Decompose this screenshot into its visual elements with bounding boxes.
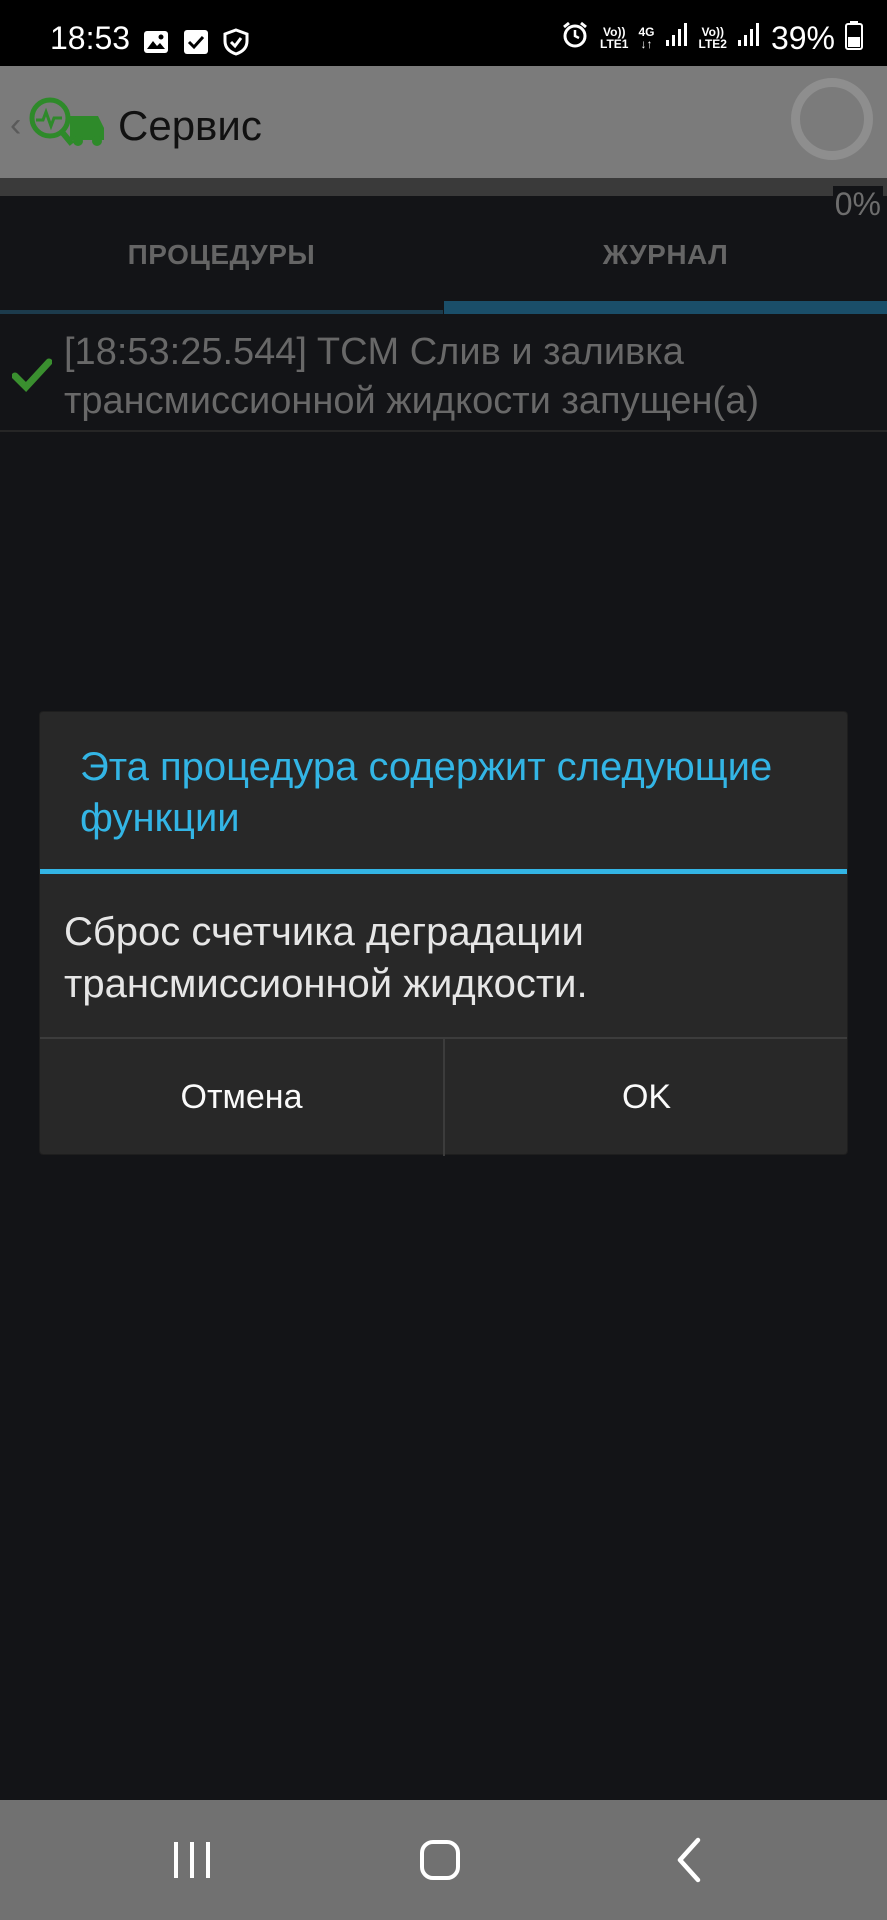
recents-icon[interactable] (162, 1830, 222, 1890)
sim2-indicator: Vo)) LTE2 (699, 26, 727, 50)
log-entry-text: [18:53:25.544] TCM Слив и заливка трансм… (64, 331, 759, 422)
sim1-indicator: Vo)) LTE1 (600, 26, 628, 50)
network-type-label: 4G (638, 24, 655, 39)
dialog-message: Сброс счетчика деградации трансмиссионно… (64, 910, 588, 1006)
app-bar: ‹ Сервис (0, 66, 887, 178)
image-icon (142, 28, 170, 56)
signal-icon (665, 22, 689, 53)
battery-icon (845, 20, 863, 55)
cancel-button[interactable]: Отмена (40, 1039, 443, 1156)
app-logo-icon[interactable] (26, 94, 108, 152)
sim2-lte-label: LTE2 (698, 36, 727, 51)
progress-bar (0, 178, 887, 196)
navigation-bar (0, 1800, 887, 1920)
checkbox-icon (182, 28, 210, 56)
tab-bar: ПРОЦЕДУРЫ ЖУРНАЛ (0, 196, 887, 314)
signal-icon (737, 22, 761, 53)
up-navigation-icon[interactable]: ‹ (10, 106, 21, 145)
sim1-lte-label: LTE1 (600, 36, 629, 51)
sim2-volte-label: Vo)) (701, 24, 724, 39)
tab-divider (0, 310, 443, 314)
app-title: Сервис (118, 102, 262, 149)
confirmation-dialog: Эта процедура содержит следующие функции… (40, 712, 847, 1156)
battery-percent: 39% (770, 19, 835, 56)
dialog-title-divider (40, 869, 847, 874)
shield-icon (222, 28, 250, 56)
tab-procedures[interactable]: ПРОЦЕДУРЫ (0, 196, 443, 314)
dialog-button-bar: Отмена OK (40, 1037, 847, 1156)
alarm-icon (560, 20, 590, 55)
dialog-title: Эта процедура содержит следующие функции (80, 745, 773, 840)
sim1-volte-label: Vo)) (603, 24, 626, 39)
tab-journal[interactable]: ЖУРНАЛ (444, 196, 887, 314)
network-type-indicator: 4G ↓↑ (638, 26, 654, 50)
list-item[interactable]: [18:53:25.544] TCM Слив и заливка трансм… (0, 318, 887, 432)
status-bar: 18:53 Vo)) LTE1 4G ↓↑ Vo)) LTE2 39% (0, 0, 887, 66)
ok-button[interactable]: OK (445, 1039, 848, 1156)
back-icon[interactable] (660, 1830, 720, 1890)
status-notification-icons (142, 28, 250, 56)
checkmark-icon (11, 354, 53, 394)
data-arrows-icon: ↓↑ (640, 36, 653, 51)
status-time: 18:53 (50, 20, 131, 56)
tab-selected-indicator (444, 301, 887, 314)
home-icon[interactable] (410, 1830, 470, 1890)
progress-spinner (791, 78, 873, 160)
status-right-icons: Vo)) LTE1 4G ↓↑ Vo)) LTE2 39% (560, 20, 863, 55)
